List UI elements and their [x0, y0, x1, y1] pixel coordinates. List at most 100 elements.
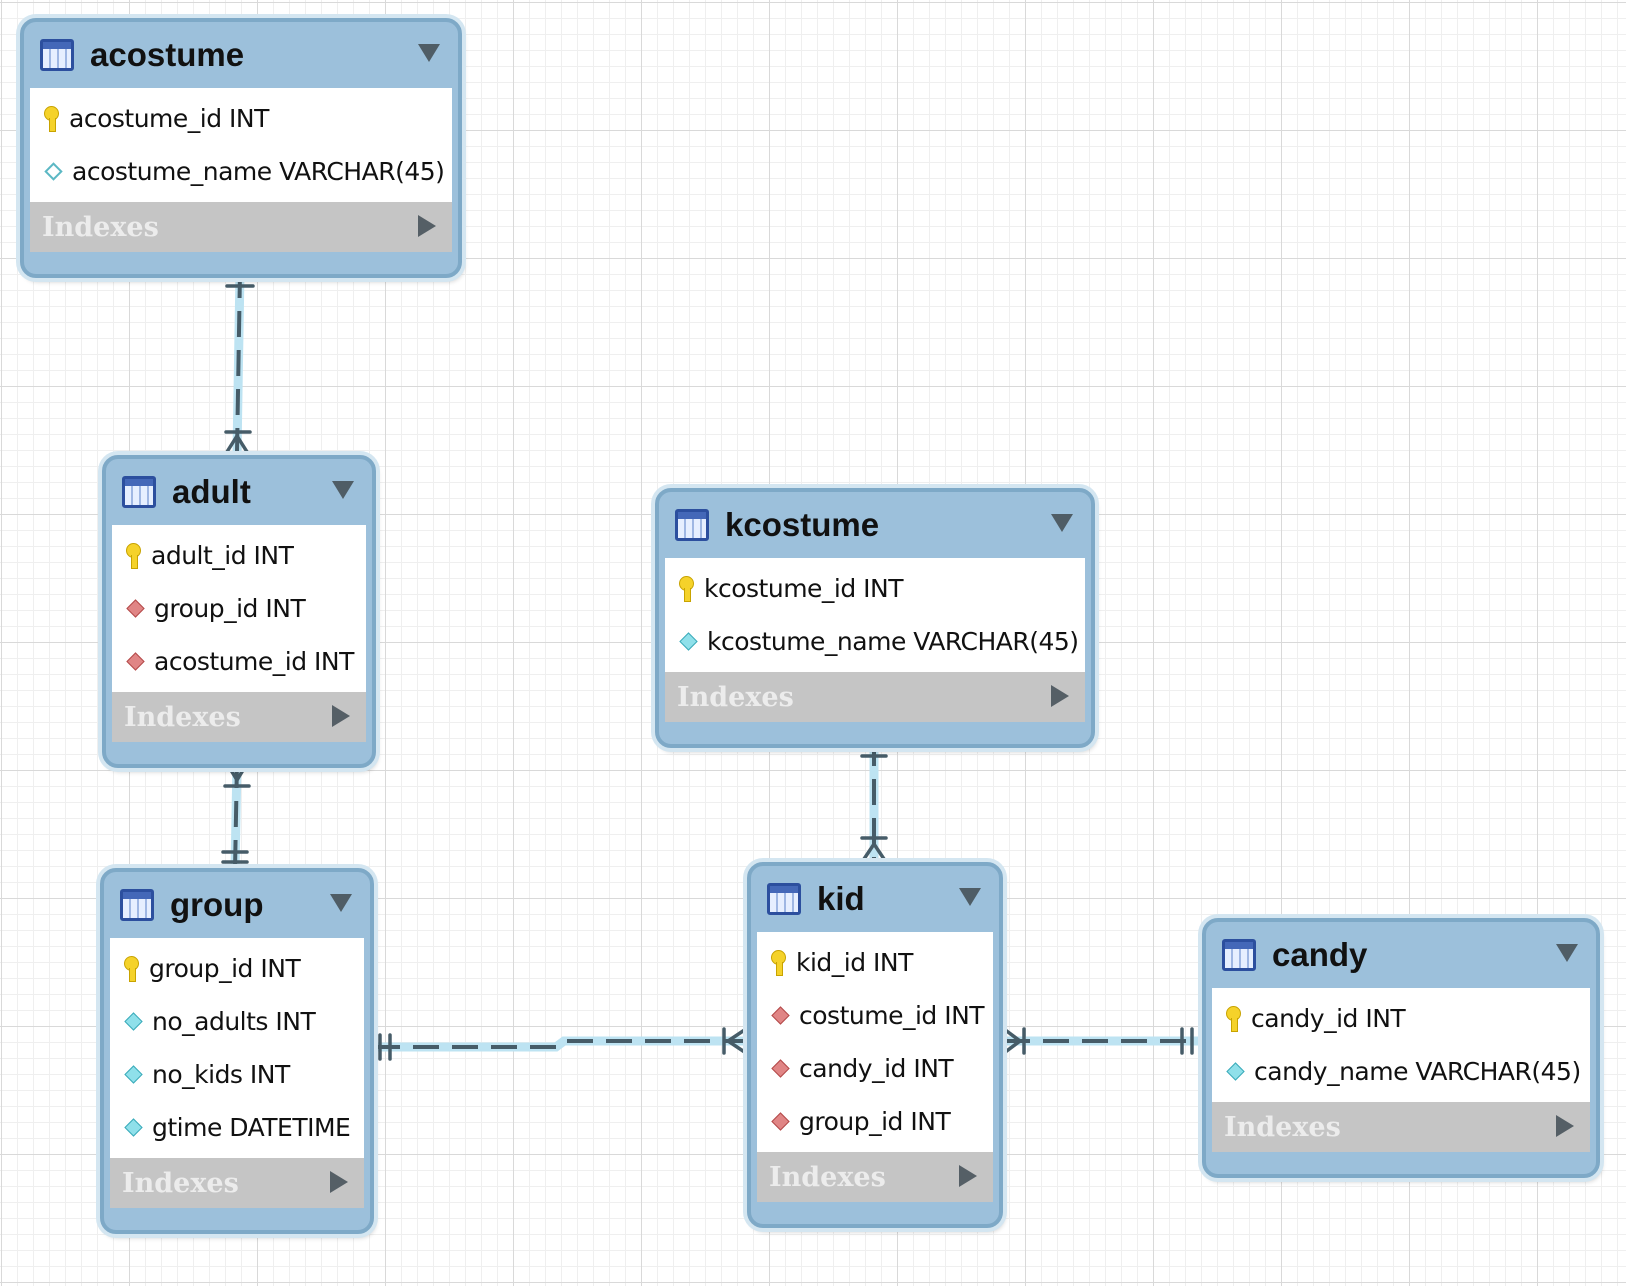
column-row[interactable]: no_kids INT — [110, 1048, 364, 1101]
column-label: candy_id INT — [799, 1054, 954, 1083]
table-candy[interactable]: candy candy_id INT candy_name VARCHAR(45… — [1202, 918, 1600, 1178]
table-title: acostume — [90, 36, 245, 73]
primary-key-icon — [42, 105, 60, 133]
primary-key-icon — [1224, 1005, 1242, 1033]
table-adult[interactable]: adult adult_id INT group_id INT acostume… — [102, 455, 376, 768]
column-list: acostume_id INT acostume_name VARCHAR(45… — [30, 88, 452, 202]
column-row[interactable]: kid_id INT — [757, 936, 993, 989]
indexes-section[interactable]: Indexes — [665, 672, 1085, 722]
table-header[interactable]: acostume — [24, 22, 458, 88]
column-label: no_adults INT — [152, 1007, 316, 1036]
collapse-icon[interactable] — [330, 894, 352, 912]
column-row[interactable]: gtime DATETIME — [110, 1101, 364, 1154]
column-label: gtime DATETIME — [152, 1113, 351, 1142]
primary-key-icon — [122, 955, 140, 983]
column-label: costume_id INT — [799, 1001, 985, 1030]
indexes-section[interactable]: Indexes — [757, 1152, 993, 1202]
column-row[interactable]: kcostume_id INT — [665, 562, 1085, 615]
table-icon — [122, 476, 156, 508]
column-row[interactable]: group_id INT — [110, 942, 364, 995]
column-row[interactable]: no_adults INT — [110, 995, 364, 1048]
indexes-label: Indexes — [42, 211, 159, 243]
collapse-icon[interactable] — [959, 888, 981, 906]
table-header[interactable]: kcostume — [659, 492, 1091, 558]
foreign-key-icon — [771, 1112, 790, 1131]
table-icon — [767, 883, 801, 915]
column-label: adult_id INT — [151, 541, 294, 570]
indexes-label: Indexes — [122, 1167, 239, 1199]
attribute-icon — [124, 1118, 143, 1137]
indexes-label: Indexes — [124, 701, 241, 733]
primary-key-icon — [769, 949, 787, 977]
expand-arrow-icon[interactable] — [330, 1171, 348, 1193]
expand-arrow-icon[interactable] — [418, 215, 436, 237]
column-list: kid_id INT costume_id INT candy_id INT g… — [757, 932, 993, 1152]
column-row[interactable]: candy_name VARCHAR(45) — [1212, 1045, 1590, 1098]
table-icon — [1222, 939, 1256, 971]
attribute-icon — [679, 632, 698, 651]
foreign-key-icon — [771, 1059, 790, 1078]
column-row[interactable]: costume_id INT — [757, 989, 993, 1042]
column-row[interactable]: acostume_id INT — [112, 635, 366, 688]
relationship-kid-candy[interactable] — [999, 1027, 1203, 1055]
table-kid[interactable]: kid kid_id INT costume_id INT candy_id I… — [747, 862, 1003, 1228]
table-header[interactable]: kid — [751, 866, 999, 932]
collapse-icon[interactable] — [1051, 514, 1073, 532]
foreign-key-icon — [126, 599, 145, 618]
attribute-icon — [124, 1065, 143, 1084]
table-group[interactable]: group group_id INT no_adults INT no_kids… — [100, 868, 374, 1234]
column-label: kcostume_name VARCHAR(45) — [707, 627, 1079, 656]
table-header[interactable]: adult — [106, 459, 372, 525]
relationship-adult-group[interactable] — [221, 757, 251, 875]
relationship-group-kid[interactable] — [369, 1027, 751, 1061]
column-list: kcostume_id INT kcostume_name VARCHAR(45… — [665, 558, 1085, 672]
collapse-icon[interactable] — [418, 44, 440, 62]
column-label: kcostume_id INT — [704, 574, 904, 603]
column-label: group_id INT — [154, 594, 306, 623]
er-diagram-canvas: acostume acostume_id INT acostume_name V… — [0, 0, 1626, 1286]
column-label: group_id INT — [799, 1107, 951, 1136]
column-label: acostume_name VARCHAR(45) — [72, 157, 445, 186]
column-list: group_id INT no_adults INT no_kids INT g… — [110, 938, 364, 1158]
column-row[interactable]: kcostume_name VARCHAR(45) — [665, 615, 1085, 668]
expand-arrow-icon[interactable] — [959, 1165, 977, 1187]
column-row[interactable]: group_id INT — [757, 1095, 993, 1148]
table-header[interactable]: candy — [1206, 922, 1596, 988]
indexes-section[interactable]: Indexes — [112, 692, 366, 742]
foreign-key-icon — [771, 1006, 790, 1025]
indexes-section[interactable]: Indexes — [110, 1158, 364, 1208]
table-icon — [120, 889, 154, 921]
expand-arrow-icon[interactable] — [1556, 1115, 1574, 1137]
column-row[interactable]: group_id INT — [112, 582, 366, 635]
indexes-section[interactable]: Indexes — [1212, 1102, 1590, 1152]
table-title: candy — [1272, 936, 1368, 973]
primary-key-icon — [124, 542, 142, 570]
column-row[interactable]: candy_id INT — [757, 1042, 993, 1095]
collapse-icon[interactable] — [1556, 944, 1578, 962]
table-title: kid — [817, 880, 865, 917]
table-icon — [675, 509, 709, 541]
indexes-label: Indexes — [677, 681, 794, 713]
column-row[interactable]: acostume_name VARCHAR(45) — [30, 145, 452, 198]
column-list: candy_id INT candy_name VARCHAR(45) — [1212, 988, 1590, 1102]
column-row[interactable]: candy_id INT — [1212, 992, 1590, 1045]
indexes-section[interactable]: Indexes — [30, 202, 452, 252]
table-kcostume[interactable]: kcostume kcostume_id INT kcostume_name V… — [655, 488, 1095, 748]
column-label: no_kids INT — [152, 1060, 290, 1089]
table-icon — [40, 39, 74, 71]
column-row[interactable]: adult_id INT — [112, 529, 366, 582]
indexes-label: Indexes — [1224, 1111, 1341, 1143]
column-label: kid_id INT — [796, 948, 913, 977]
table-header[interactable]: group — [104, 872, 370, 938]
collapse-icon[interactable] — [332, 481, 354, 499]
primary-key-icon — [677, 575, 695, 603]
column-row[interactable]: acostume_id INT — [30, 92, 452, 145]
expand-arrow-icon[interactable] — [1051, 685, 1069, 707]
relationship-acostume-adult[interactable] — [223, 267, 255, 457]
expand-arrow-icon[interactable] — [332, 705, 350, 727]
table-title: kcostume — [725, 506, 880, 543]
relationship-kcostume-kid[interactable] — [860, 735, 888, 870]
column-list: adult_id INT group_id INT acostume_id IN… — [112, 525, 366, 692]
column-label: acostume_id INT — [69, 104, 269, 133]
table-acostume[interactable]: acostume acostume_id INT acostume_name V… — [20, 18, 462, 278]
